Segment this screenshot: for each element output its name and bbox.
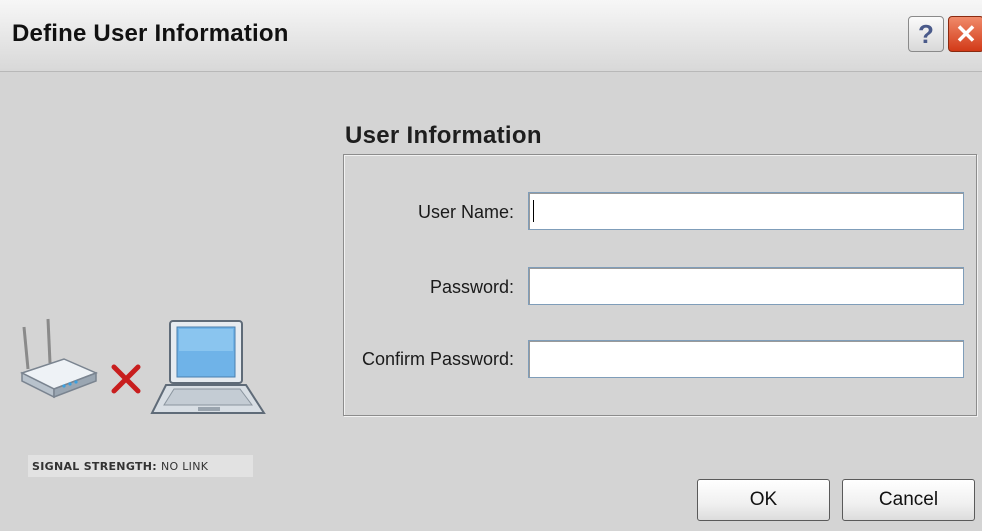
password-label: Password:	[429, 277, 514, 297]
help-icon: ?	[918, 18, 934, 49]
dialog-window: Define User Information ? ✕ User Informa…	[0, 0, 982, 531]
signal-strength-label: SIGNAL STRENGTH:	[32, 459, 157, 473]
signal-strength-value: NO LINK	[160, 459, 209, 473]
cancel-button[interactable]: Cancel	[842, 479, 975, 521]
red-x-icon	[111, 364, 141, 394]
help-button[interactable]: ?	[908, 16, 944, 52]
connection-illustration	[20, 318, 266, 414]
text-caret	[533, 200, 534, 222]
section-title: User Information	[345, 122, 542, 149]
wireless-router-icon	[20, 318, 98, 399]
close-button[interactable]: ✕	[948, 16, 982, 52]
close-icon: ✕	[955, 18, 977, 49]
signal-strength-indicator: SIGNAL STRENGTH: NO LINK	[28, 455, 253, 477]
user-name-input[interactable]	[528, 192, 964, 230]
user-name-label: User Name:	[417, 202, 514, 222]
password-input[interactable]	[528, 267, 964, 305]
confirm-password-label: Confirm Password:	[361, 349, 514, 369]
confirm-password-input[interactable]	[528, 340, 964, 378]
dialog-title: Define User Information	[12, 20, 289, 47]
ok-button[interactable]: OK	[697, 479, 830, 521]
title-bar[interactable]: Define User Information ? ✕	[0, 0, 982, 72]
laptop-icon	[150, 320, 266, 414]
